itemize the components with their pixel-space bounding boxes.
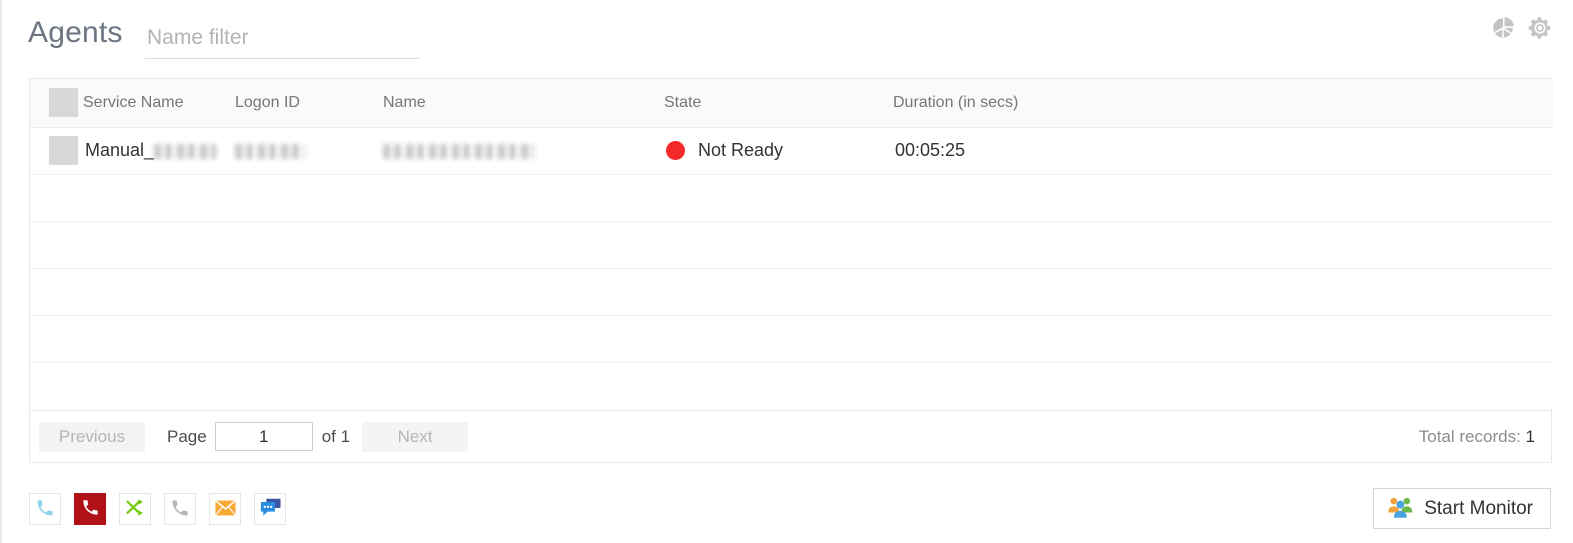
empty-row-cell [30,362,1553,409]
empty-row-cell [30,221,1553,269]
chat-icon [259,498,281,520]
service-name-text: Manual_ [85,140,155,160]
gear-icon[interactable] [1527,15,1553,41]
table-row-empty [30,315,1553,363]
column-header-state[interactable]: State [664,79,893,128]
state-text: Not Ready [698,140,784,160]
cell-service-name: Manual_ [83,127,235,175]
page-label: Page [167,426,207,446]
service-name-redacted [154,143,217,159]
column-header-name[interactable]: Name [383,79,664,128]
table-header-row: Service Name Logon ID Name State Duratio… [30,79,1553,128]
header-icon-group [1490,15,1553,41]
cell-name [383,127,664,175]
column-header-service-name[interactable]: Service Name [83,79,235,128]
table-row[interactable]: Manual_ Not Ready 00:05:25 [30,127,1553,175]
transfer-call-icon-button[interactable] [119,493,151,525]
cell-duration: 00:05:25 [893,127,1553,175]
start-monitor-button[interactable]: Start Monitor [1373,488,1551,529]
hangup-call-icon [81,498,100,520]
transfer-call-icon [125,497,146,521]
column-header-logon-id[interactable]: Logon ID [235,79,383,128]
next-page-button[interactable]: Next [362,421,469,452]
row-checkbox[interactable] [49,136,78,165]
page-of-label: of 1 [321,426,351,446]
table-row-empty [30,174,1553,222]
empty-row-cell [30,174,1553,222]
agents-table: Service Name Logon ID Name State Duratio… [30,79,1553,409]
column-header-duration[interactable]: Duration (in secs) [893,79,1553,128]
chat-icon-button[interactable] [254,493,286,525]
start-monitor-label: Start Monitor [1424,497,1533,519]
cell-logon-id [235,127,383,175]
column-header-select [30,79,83,128]
action-toolbar [29,493,286,525]
agents-table-panel: Service Name Logon ID Name State Duratio… [29,78,1553,463]
empty-row-cell [30,315,1553,363]
total-records: Total records: 1 [1419,427,1535,447]
page-header: Agents [2,0,1573,72]
row-select-cell [30,127,83,175]
table-row-empty [30,362,1553,409]
agents-page: Agents Name filter Service Name Logon ID… [0,0,1573,543]
table-row-empty [30,268,1553,316]
name-filter-input[interactable] [145,26,419,59]
previous-page-button[interactable]: Previous [39,421,145,452]
user-group-icon [1387,496,1414,521]
name-filter-wrapper [145,26,419,59]
state-status-dot [666,141,685,160]
name-redacted [383,143,534,159]
pagination-bar: Previous Page of 1 Next Total records: 1 [30,410,1551,462]
total-records-label: Total records: [1418,426,1521,446]
table-body: Manual_ Not Ready 00:05:25 [30,127,1553,409]
pie-chart-icon[interactable] [1490,15,1516,41]
empty-row-cell [30,268,1553,316]
duration-text: 00:05:25 [895,140,966,160]
select-all-checkbox[interactable] [49,88,78,118]
total-records-value: 1 [1525,426,1535,446]
page-title: Agents [28,16,123,49]
table-header: Service Name Logon ID Name State Duratio… [30,79,1553,128]
page-number-input[interactable] [214,422,313,451]
logon-id-redacted [235,143,305,159]
table-row-empty [30,221,1553,269]
cell-state: Not Ready [664,127,893,175]
hold-call-icon [170,498,190,521]
hangup-call-icon-button[interactable] [74,493,106,525]
answer-call-icon-button[interactable] [29,493,61,525]
answer-call-icon [35,498,55,521]
email-icon-button[interactable] [209,493,241,525]
email-icon [214,499,236,519]
hold-call-icon-button[interactable] [164,493,196,525]
